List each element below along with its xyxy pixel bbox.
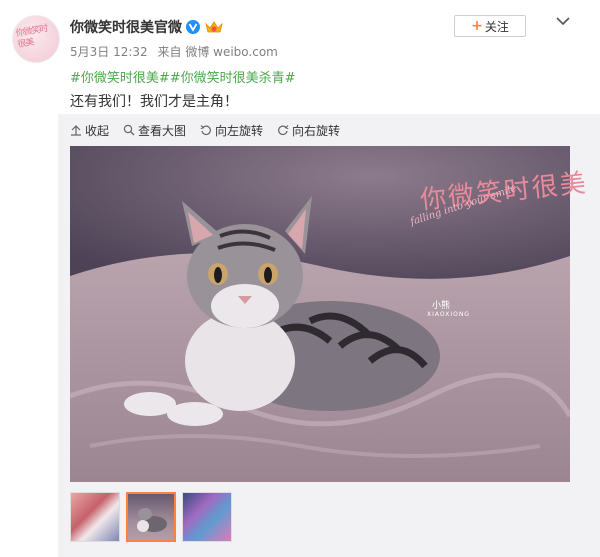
rotate-left-button[interactable]: 向左旋转	[200, 122, 263, 138]
thumbnail-3[interactable]	[182, 492, 232, 542]
post-text: 还有我们！我们才是主角！	[70, 94, 238, 110]
rotate-right-button[interactable]: 向右旋转	[277, 122, 340, 138]
follow-button[interactable]: + 关注	[454, 15, 526, 37]
thumbnail-kitten	[137, 508, 167, 532]
post-author-row: 你微笑时很美官微	[70, 17, 224, 37]
chevron-down-icon[interactable]	[556, 16, 570, 26]
media-toolbar: 收起 查看大图 向左旋转 向右旋转	[70, 122, 340, 138]
avatar-text: 你微笑时很美	[15, 23, 49, 51]
follow-label: 关注	[484, 19, 509, 34]
magnifier-icon	[123, 124, 135, 136]
view-large-button[interactable]: 查看大图	[123, 122, 186, 138]
post-source[interactable]: 来自 微博 weibo.com	[158, 45, 278, 59]
rotate-right-icon	[278, 125, 289, 136]
vip-crown-icon[interactable]	[204, 19, 224, 35]
photo-overlay-name-cn: 小熊	[432, 301, 451, 311]
avatar[interactable]: 你微笑时很美	[12, 15, 60, 63]
thumbnail-1[interactable]	[70, 492, 120, 542]
weibo-post-card: 你微笑时很美 你微笑时很美官微 5月3日 12:32 来自 微博 weibo.c…	[0, 0, 600, 557]
post-date[interactable]: 5月3日 12:32	[70, 45, 148, 59]
thumbnail-strip	[70, 492, 232, 542]
plus-icon: +	[471, 18, 483, 34]
author-name[interactable]: 你微笑时很美官微	[70, 17, 182, 37]
thumbnail-2[interactable]	[126, 492, 176, 542]
hashtag-links[interactable]: #你微笑时很美##你微笑时很美杀青#	[70, 67, 296, 86]
rotate-right-label: 向右旋转	[292, 123, 341, 138]
view-large-label: 查看大图	[138, 123, 187, 138]
photo-overlay-name-en: XIAOXIONG	[427, 311, 470, 318]
collapse-button[interactable]: 收起	[70, 122, 109, 138]
collapse-label: 收起	[85, 123, 110, 138]
post-meta: 5月3日 12:32 来自 微博 weibo.com	[70, 43, 284, 60]
arrow-up-icon	[71, 125, 81, 136]
rotate-left-icon	[200, 125, 211, 136]
verified-badge-icon	[186, 20, 200, 34]
rotate-left-label: 向左旋转	[215, 123, 264, 138]
